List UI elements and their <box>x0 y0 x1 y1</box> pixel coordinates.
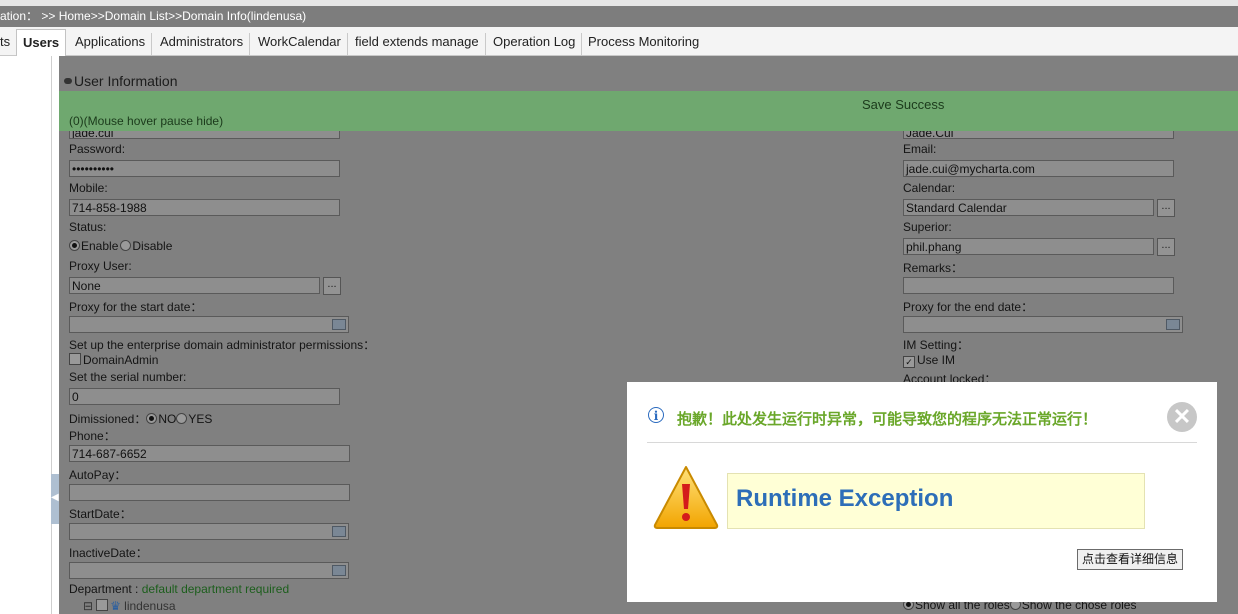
dimissioned-row: Dimissioned： NO YES <box>69 410 212 427</box>
left-panel <box>0 56 52 614</box>
calendar-field[interactable]: Standard Calendar <box>903 199 1154 216</box>
collapse-handle[interactable]: ◀ <box>51 474 59 524</box>
close-icon[interactable]: ✕ <box>1167 402 1197 432</box>
dialog-title: 抱歉！此处发生运行时异常，可能导致您的程序无法正常运行！ <box>677 411 1098 428</box>
domain-admin-option: DomainAdmin <box>69 353 158 367</box>
superior-field[interactable]: phil.phang <box>903 238 1154 255</box>
tab-partial[interactable]: ts <box>0 33 16 55</box>
inactivedate-field[interactable] <box>69 562 349 579</box>
status-disable-label: Disable <box>132 239 173 253</box>
proxy-user-field[interactable]: None <box>69 277 320 294</box>
mobile-label: Mobile: <box>69 181 108 195</box>
autopay-label: AutoPay： <box>69 468 127 482</box>
domain-admin-checkbox-label: DomainAdmin <box>83 353 159 367</box>
password-label: Password: <box>69 142 126 156</box>
proxy-end-date-label: Proxy for the end date： <box>903 300 1034 314</box>
status-radio-group: Enable Disable <box>69 239 172 253</box>
use-im-checkbox[interactable]: ✓ <box>903 356 915 368</box>
tab-process-monitoring[interactable]: Process Monitoring <box>582 33 705 55</box>
phone-label: Phone： <box>69 429 116 443</box>
department-tree-node[interactable]: ⊟ ♛ lindenusa <box>83 599 176 613</box>
status-enable-radio[interactable] <box>69 240 80 251</box>
im-setting-label: IM Setting： <box>903 338 970 352</box>
dialog-divider <box>647 442 1197 443</box>
email-field[interactable]: jade.cui@mycharta.com <box>903 160 1174 177</box>
dimissioned-no-radio[interactable] <box>146 413 158 424</box>
phone-field[interactable]: 714-687-6652 <box>69 445 350 462</box>
proxy-user-label: Proxy User: <box>69 259 132 273</box>
tab-field-extends-manage[interactable]: field extends manage <box>349 33 486 55</box>
dimissioned-no-label: NO <box>158 412 177 426</box>
department-row: Department : default department required <box>69 582 289 596</box>
warning-icon <box>653 466 719 529</box>
startdate-label: StartDate： <box>69 507 132 521</box>
status-label: Status: <box>69 220 107 234</box>
domain-admin-permission-label: Set up the enterprise domain administrat… <box>69 338 376 352</box>
inactivedate-label: InactiveDate： <box>69 546 148 560</box>
error-dialog: i 抱歉！此处发生运行时异常，可能导致您的程序无法正常运行！ ✕ Runtime… <box>627 382 1217 602</box>
calendar-label: Calendar: <box>903 181 956 195</box>
status-disable-radio[interactable] <box>120 240 132 251</box>
chevron-left-icon: ◀ <box>51 492 59 503</box>
mobile-field[interactable]: 714-858-1988 <box>69 199 340 216</box>
tab-bar: ts Users Applications Administrators Wor… <box>0 27 1238 56</box>
calendar-icon[interactable] <box>1166 319 1180 330</box>
calendar-picker-button[interactable]: ... <box>1157 199 1175 217</box>
dimissioned-label: Dimissioned： <box>69 412 147 426</box>
tab-workcalendar[interactable]: WorkCalendar <box>252 33 348 55</box>
calendar-icon[interactable] <box>332 526 346 537</box>
department-required-note: default department required <box>141 582 290 596</box>
proxy-start-date-field[interactable] <box>69 316 349 333</box>
startdate-field[interactable] <box>69 523 349 540</box>
info-icon: i <box>648 407 664 423</box>
toast-hint: (0)(Mouse hover pause hide) <box>69 114 224 128</box>
toast-message: Save Success <box>862 97 945 112</box>
organization-icon: ♛ <box>110 599 121 613</box>
tree-expand-icon[interactable]: ⊟ <box>83 599 93 613</box>
status-enable-label: Enable <box>81 239 119 253</box>
department-label: Department : <box>69 582 139 596</box>
calendar-icon[interactable] <box>332 319 346 330</box>
remarks-field[interactable] <box>903 277 1174 294</box>
superior-picker-button[interactable]: ... <box>1157 238 1175 256</box>
password-field[interactable]: •••••••••• <box>69 160 340 177</box>
exception-message: Runtime Exception <box>736 485 954 512</box>
dimissioned-yes-radio[interactable] <box>176 413 188 424</box>
collapse-minus-icon <box>64 78 72 84</box>
email-label: Email: <box>903 142 937 156</box>
tab-administrators[interactable]: Administrators <box>154 33 251 55</box>
view-details-button[interactable]: 点击查看详细信息 <box>1077 549 1184 570</box>
tab-applications[interactable]: Applications <box>69 33 153 55</box>
breadcrumb-text: ation： >> Home>>Domain List>>Domain Info… <box>0 9 307 23</box>
proxy-user-picker-button[interactable]: ... <box>323 277 341 295</box>
tab-operation-log[interactable]: Operation Log <box>487 33 583 55</box>
autopay-field[interactable] <box>69 484 350 501</box>
proxy-start-date-label: Proxy for the start date： <box>69 300 203 314</box>
serial-number-label: Set the serial number: <box>69 370 187 384</box>
serial-number-field[interactable]: 0 <box>69 388 340 405</box>
tab-users[interactable]: Users <box>16 29 67 56</box>
use-im-option: ✓ Use IM <box>903 353 955 368</box>
tree-node-label: lindenusa <box>124 599 176 613</box>
tree-node-checkbox[interactable] <box>96 599 109 611</box>
dimissioned-yes-label: YES <box>188 412 213 426</box>
section-title-text: User Information <box>74 73 178 89</box>
calendar-icon[interactable] <box>332 565 346 576</box>
remarks-label: Remarks： <box>903 261 964 275</box>
save-success-toast[interactable]: Save Success (0)(Mouse hover pause hide) <box>59 91 1238 131</box>
section-title[interactable]: User Information <box>64 73 177 89</box>
breadcrumb: ation： >> Home>>Domain List>>Domain Info… <box>0 6 1238 27</box>
proxy-end-date-field[interactable] <box>903 316 1183 333</box>
use-im-checkbox-label: Use IM <box>917 353 956 367</box>
domain-admin-checkbox[interactable] <box>69 353 81 365</box>
exception-message-box: Runtime Exception <box>727 473 1145 529</box>
superior-label: Superior: <box>903 220 952 234</box>
